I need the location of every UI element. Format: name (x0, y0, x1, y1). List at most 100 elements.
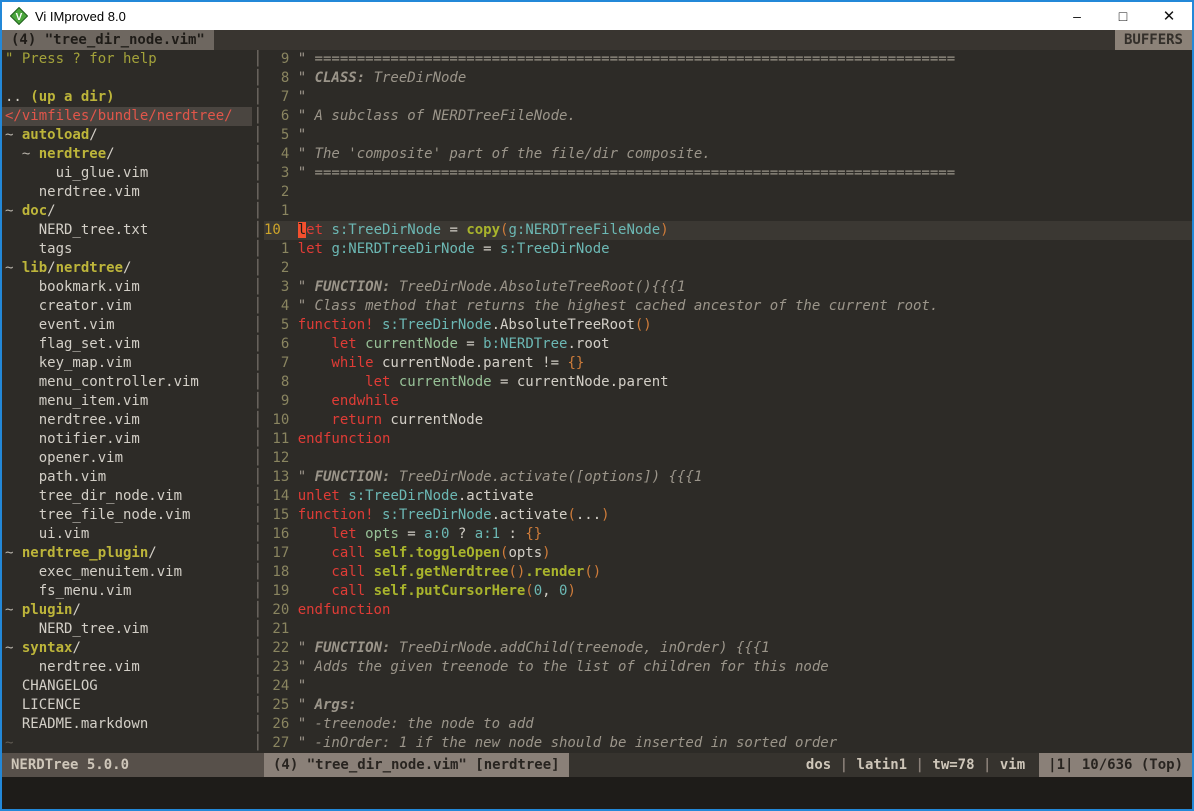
tree-item[interactable]: event.vim (2, 316, 252, 335)
tree-item[interactable]: key_map.vim (2, 354, 252, 373)
token-file: / (123, 260, 131, 276)
tree-item[interactable]: ~ autoload/ (2, 126, 252, 145)
tree-item[interactable]: path.vim (2, 468, 252, 487)
code-line[interactable]: 22 " FUNCTION: TreeDirNode.addChild(tree… (264, 639, 1192, 658)
token-cm: " ======================================… (298, 165, 955, 181)
token-file: path.vim (5, 469, 106, 485)
tree-item[interactable]: ~ nerdtree_plugin/ (2, 544, 252, 563)
code-line[interactable]: 9 endwhile (264, 392, 1192, 411)
tree-item[interactable]: LICENCE (2, 696, 252, 715)
token-file: nerdtree.vim (5, 659, 140, 675)
code-line[interactable]: 3 " ====================================… (264, 164, 1192, 183)
token-file: tags (5, 241, 72, 257)
tree-item[interactable]: nerdtree.vim (2, 658, 252, 677)
tree-item[interactable]: </vimfiles/bundle/nerdtree/ (2, 107, 252, 126)
tree-item[interactable]: " Press ? for help (2, 50, 252, 69)
token-file: / (148, 545, 156, 561)
code-line[interactable]: 13 " FUNCTION: TreeDirNode.activate([opt… (264, 468, 1192, 487)
tree-item[interactable]: ~ nerdtree/ (2, 145, 252, 164)
tree-item[interactable]: ~ lib/nerdtree/ (2, 259, 252, 278)
code-line[interactable]: 10 return currentNode (264, 411, 1192, 430)
tree-item[interactable]: ~ (2, 734, 252, 753)
code-line[interactable]: 21 (264, 620, 1192, 639)
token-file: / (47, 203, 55, 219)
nerdtree-panel[interactable]: " Press ? for help .. (up a dir)</vimfile… (2, 50, 252, 753)
tree-item[interactable]: flag_set.vim (2, 335, 252, 354)
code-line[interactable]: 6 let currentNode = b:NERDTree.root (264, 335, 1192, 354)
code-line[interactable]: 2 (264, 259, 1192, 278)
tree-item[interactable]: notifier.vim (2, 430, 252, 449)
tree-item[interactable]: NERD_tree.txt (2, 221, 252, 240)
token-cm: " (298, 678, 306, 694)
code-line[interactable]: 11 endfunction (264, 430, 1192, 449)
tree-item[interactable]: bookmark.vim (2, 278, 252, 297)
code-line[interactable]: 8 let currentNode = currentNode.parent (264, 373, 1192, 392)
code-line[interactable]: 17 call self.toggleOpen(opts) (264, 544, 1192, 563)
code-line[interactable]: 1 (264, 202, 1192, 221)
tree-item[interactable] (2, 69, 252, 88)
token-dir: nerdtree (39, 146, 106, 162)
tree-item[interactable]: ~ plugin/ (2, 601, 252, 620)
tree-item[interactable]: ui.vim (2, 525, 252, 544)
code-line[interactable]: 25 " Args: (264, 696, 1192, 715)
tree-item[interactable]: tree_dir_node.vim (2, 487, 252, 506)
code-line[interactable]: 14 unlet s:TreeDirNode.activate (264, 487, 1192, 506)
tree-item[interactable]: README.markdown (2, 715, 252, 734)
code-line[interactable]: 1 let g:NERDTreeDirNode = s:TreeDirNode (264, 240, 1192, 259)
code-line[interactable]: 4 " Class method that returns the highes… (264, 297, 1192, 316)
minimize-button[interactable]: – (1054, 2, 1100, 30)
code-line[interactable]: 16 let opts = a:0 ? a:1 : {} (264, 525, 1192, 544)
token-file: nerdtree.vim (5, 412, 140, 428)
line-number: 22 (264, 639, 298, 658)
tree-item[interactable]: menu_controller.vim (2, 373, 252, 392)
tree-item[interactable]: nerdtree.vim (2, 183, 252, 202)
tree-item[interactable]: menu_item.vim (2, 392, 252, 411)
code-line[interactable]: 10 let s:TreeDirNode = copy(g:NERDTreeFi… (264, 221, 1192, 240)
code-line[interactable]: 4 " The 'composite' part of the file/dir… (264, 145, 1192, 164)
code-line[interactable]: 12 (264, 449, 1192, 468)
tree-item[interactable]: ~ doc/ (2, 202, 252, 221)
code-line[interactable]: 8 " CLASS: TreeDirNode (264, 69, 1192, 88)
tree-item[interactable]: nerdtree.vim (2, 411, 252, 430)
code-line[interactable]: 2 (264, 183, 1192, 202)
tree-item[interactable]: ~ syntax/ (2, 639, 252, 658)
token-file: fs_menu.vim (5, 583, 131, 599)
code-line[interactable]: 5 function! s:TreeDirNode.AbsoluteTreeRo… (264, 316, 1192, 335)
code-line[interactable]: 15 function! s:TreeDirNode.activate(...) (264, 506, 1192, 525)
tree-item[interactable]: NERD_tree.vim (2, 620, 252, 639)
token-tilde: ~ (5, 545, 22, 561)
tree-item[interactable]: CHANGELOG (2, 677, 252, 696)
line-number: 15 (264, 506, 298, 525)
editor[interactable]: 9 " ====================================… (264, 50, 1192, 753)
code-line[interactable]: 19 call self.putCursorHere(0, 0) (264, 582, 1192, 601)
token-kw: function! (298, 507, 374, 523)
code-line[interactable]: 5 " (264, 126, 1192, 145)
code-line[interactable]: 6 " A subclass of NERDTreeFileNode. (264, 107, 1192, 126)
close-button[interactable]: ✕ (1146, 2, 1192, 30)
tree-item[interactable]: .. (up a dir) (2, 88, 252, 107)
code-line[interactable]: 3 " FUNCTION: TreeDirNode.AbsoluteTreeRo… (264, 278, 1192, 297)
code-line[interactable]: 9 " ====================================… (264, 50, 1192, 69)
code-line[interactable]: 23 " Adds the given treenode to the list… (264, 658, 1192, 677)
code-line[interactable]: 24 " (264, 677, 1192, 696)
token-tx (298, 374, 365, 390)
maximize-button[interactable]: □ (1100, 2, 1146, 30)
tree-item[interactable]: exec_menuitem.vim (2, 563, 252, 582)
window-vsplit[interactable]: │ │ │ │ │ │ │ │ │ │ │ │ │ │ │ │ │ │ │ │ … (252, 50, 264, 753)
code-line[interactable]: 7 " (264, 88, 1192, 107)
tab-tree-dir-node[interactable]: (4) "tree_dir_node.vim" (2, 30, 214, 50)
tree-item[interactable]: creator.vim (2, 297, 252, 316)
code-line[interactable]: 7 while currentNode.parent != {} (264, 354, 1192, 373)
tree-item[interactable]: opener.vim (2, 449, 252, 468)
code-line[interactable]: 20 endfunction (264, 601, 1192, 620)
code-line[interactable]: 27 " -inOrder: 1 if the new node should … (264, 734, 1192, 753)
token-tx: ... (576, 507, 601, 523)
code-line[interactable]: 26 " -treenode: the node to add (264, 715, 1192, 734)
token-cm: " (298, 279, 315, 295)
code-line[interactable]: 18 call self.getNerdtree().render() (264, 563, 1192, 582)
tree-item[interactable]: tree_file_node.vim (2, 506, 252, 525)
tree-item[interactable]: ui_glue.vim (2, 164, 252, 183)
tree-item[interactable]: fs_menu.vim (2, 582, 252, 601)
tree-item[interactable]: tags (2, 240, 252, 259)
command-line[interactable] (2, 777, 1192, 809)
